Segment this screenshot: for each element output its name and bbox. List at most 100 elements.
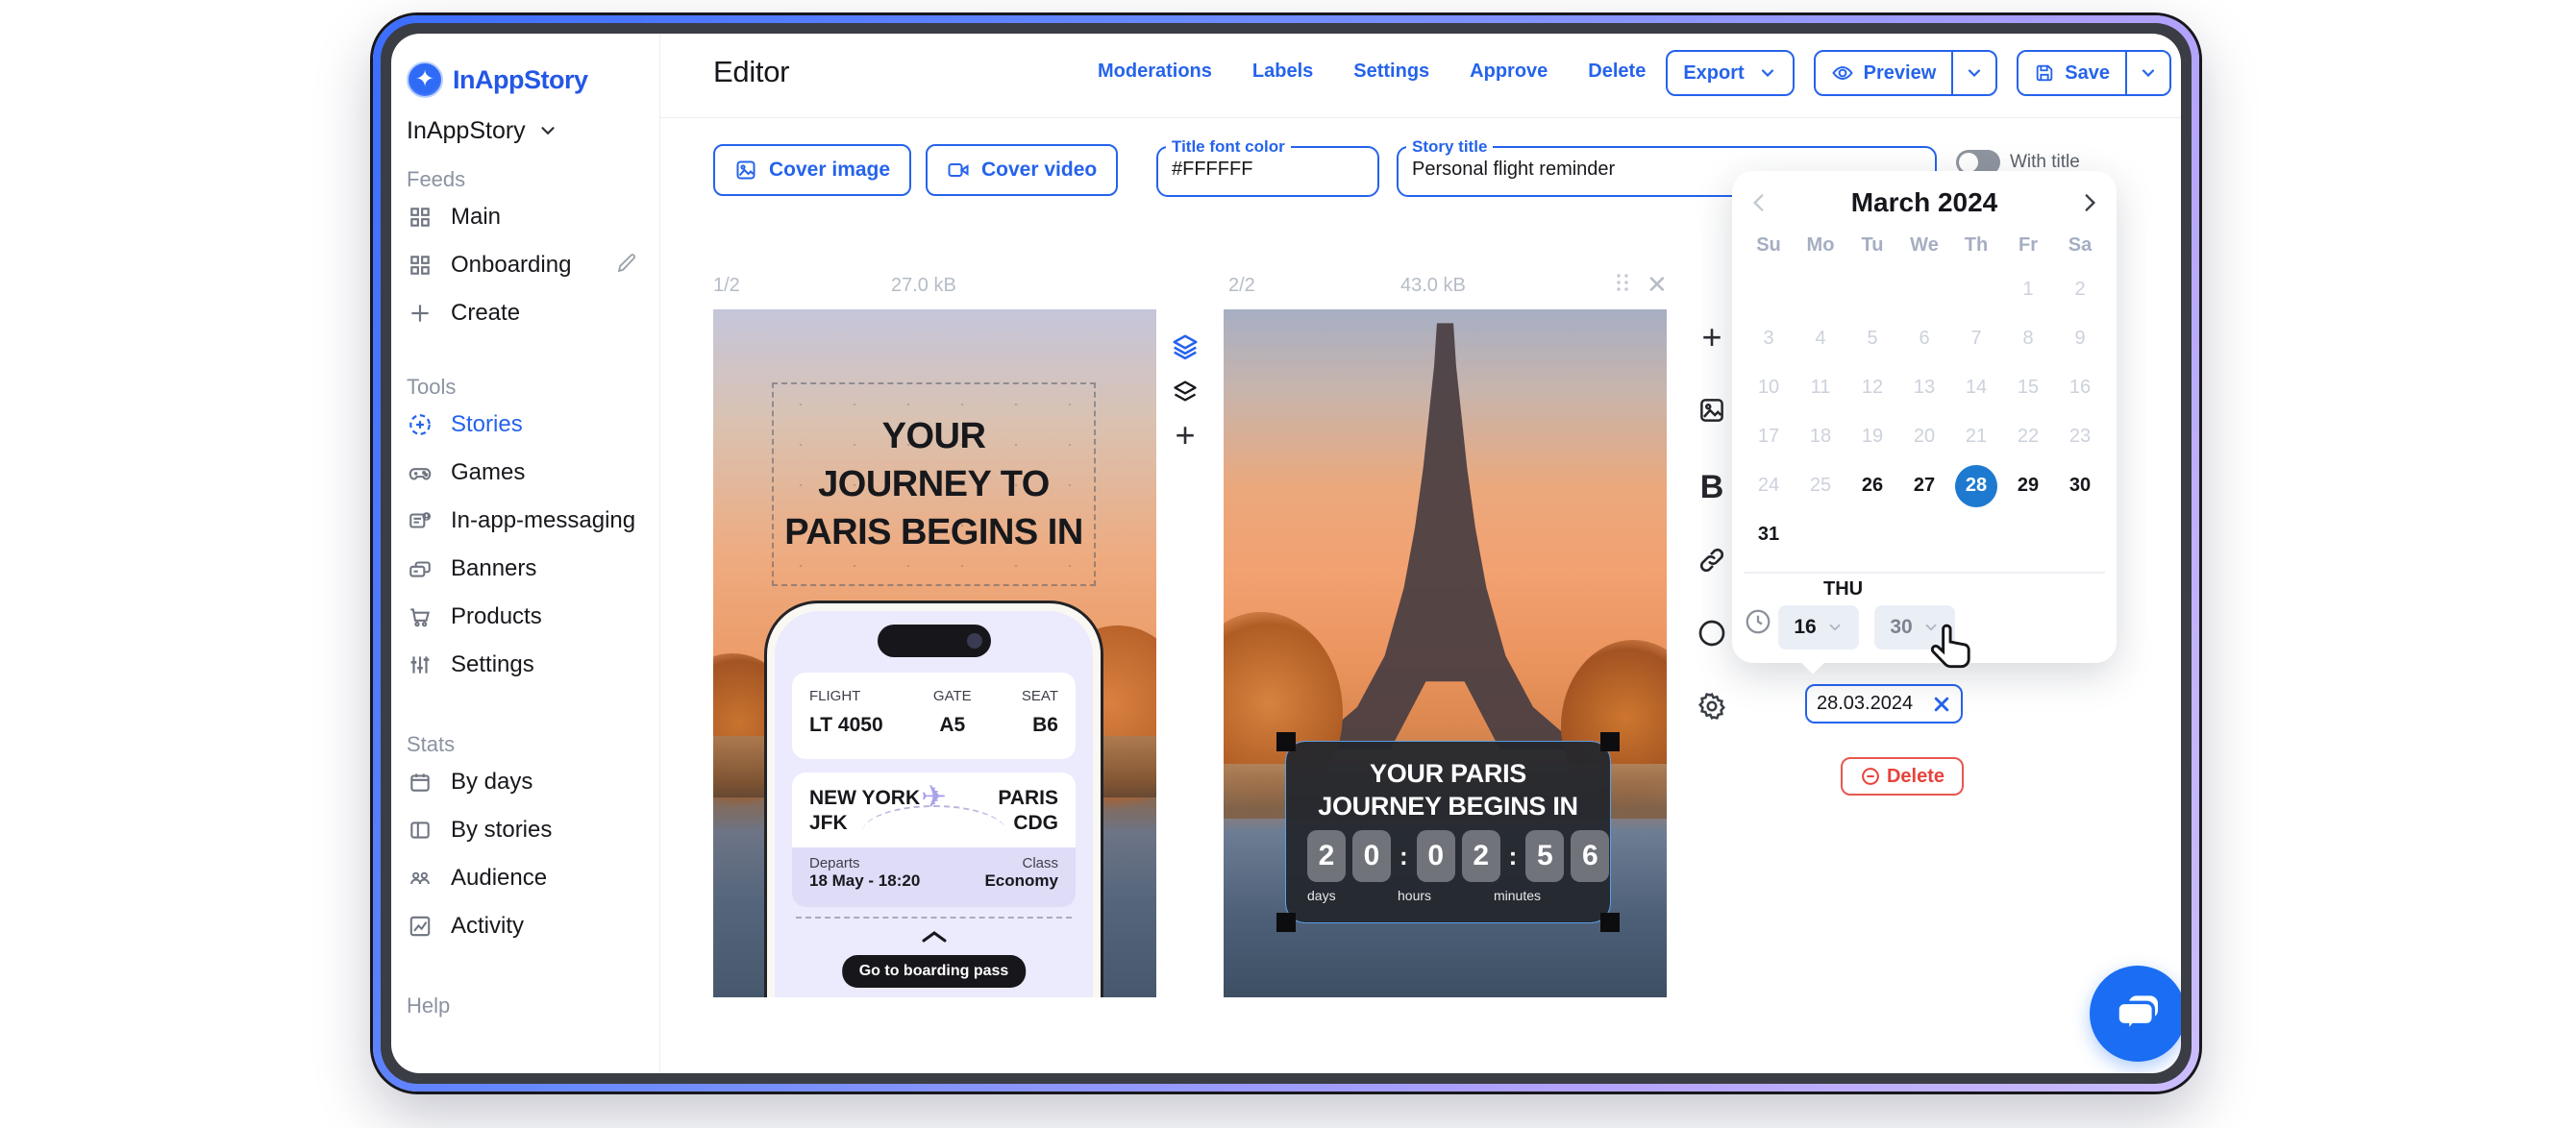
slide1-canvas[interactable]: YOUR JOURNEY TO PARIS BEGINS IN FLIGHTLT…	[713, 309, 1156, 997]
calendar-day[interactable]: 21	[1950, 412, 2002, 461]
save-dropdown[interactable]	[2125, 52, 2169, 94]
minus-circle-icon	[1860, 766, 1881, 787]
calendar-day[interactable]: 1	[2002, 265, 2054, 314]
calendar-day[interactable]: 8	[2002, 314, 2054, 363]
calendar-day[interactable]: 10	[1743, 363, 1795, 412]
slide2-drag-handle-icon[interactable]	[1615, 272, 1630, 299]
calendar-day[interactable]: 11	[1795, 363, 1846, 412]
scheduled-date-field[interactable]: 28.03.2024	[1805, 684, 1963, 723]
calendar-day[interactable]: 31	[1743, 510, 1795, 559]
calendar-day[interactable]: 3	[1743, 314, 1795, 363]
sidebar-item-stories[interactable]: Stories	[407, 401, 659, 449]
calendar-day[interactable]: 17	[1743, 412, 1795, 461]
calendar-day[interactable]: 7	[1950, 314, 2002, 363]
sidebar-item-by-days[interactable]: By days	[407, 758, 659, 806]
calendar-day[interactable]: 20	[1898, 412, 1950, 461]
calendar-day[interactable]: 9	[2054, 314, 2106, 363]
calendar-day[interactable]: 18	[1795, 412, 1846, 461]
sidebar-item-audience[interactable]: Audience	[407, 854, 659, 902]
nav-settings[interactable]: Settings	[1353, 61, 1429, 83]
calendar-day[interactable]: 23	[2054, 412, 2106, 461]
calendar-day[interactable]: 14	[1950, 363, 2002, 412]
sidebar-item-banners[interactable]: Banners	[407, 545, 659, 593]
logo[interactable]: ✦ InAppStory	[407, 61, 659, 99]
countdown-digits: 2 0 : 0 2 : 5 6	[1307, 830, 1609, 882]
settings-gear-icon[interactable]	[1697, 691, 1727, 722]
route-card: NEW YORKJFK ✈ PARISCDG Departs18 May - 1…	[792, 772, 1076, 907]
chat-bubbles-icon	[2111, 987, 2165, 1041]
nav-delete[interactable]: Delete	[1588, 61, 1646, 83]
calendar-day[interactable]: 19	[1846, 412, 1898, 461]
title-font-color-field[interactable]: Title font color #FFFFFF	[1156, 137, 1379, 197]
minute-select[interactable]: 30	[1874, 605, 1955, 650]
workspace-name: InAppStory	[407, 117, 526, 145]
sidebar-item-products[interactable]: Products	[407, 593, 659, 641]
calendar-day[interactable]: 28	[1950, 461, 2002, 510]
selection-handle[interactable]	[1600, 732, 1620, 751]
add-slide-icon[interactable]: +	[1170, 420, 1201, 451]
calendar-next-icon[interactable]	[2063, 190, 2117, 215]
chat-widget-button[interactable]	[2090, 966, 2181, 1062]
sidebar-item-games[interactable]: Games	[407, 449, 659, 497]
layers-front-icon[interactable]	[1170, 331, 1201, 362]
cover-video-button[interactable]: Cover video	[926, 144, 1118, 196]
insert-image-icon[interactable]	[1697, 395, 1727, 426]
calendar-day[interactable]: 2	[2054, 265, 2106, 314]
calendar-day[interactable]: 30	[2054, 461, 2106, 510]
nav-moderations[interactable]: Moderations	[1098, 61, 1212, 83]
chart-icon	[407, 913, 433, 940]
export-button[interactable]: Export	[1666, 50, 1794, 96]
sidebar-item-main[interactable]: Main	[407, 193, 659, 241]
calendar-day[interactable]: 5	[1846, 314, 1898, 363]
calendar-day[interactable]: 26	[1846, 461, 1898, 510]
link-tool-icon[interactable]	[1697, 545, 1727, 576]
calendar-day[interactable]: 24	[1743, 461, 1795, 510]
slide2-close-icon[interactable]: ✕	[1647, 270, 1668, 300]
clear-date-icon[interactable]	[1930, 693, 1953, 716]
sidebar-item-activity[interactable]: Activity	[407, 902, 659, 950]
slide1-text-selection[interactable]: YOUR JOURNEY TO PARIS BEGINS IN	[772, 382, 1096, 586]
delete-schedule-button[interactable]: Delete	[1841, 757, 1964, 796]
save-button[interactable]: Save	[2017, 50, 2171, 96]
calendar-day[interactable]: 25	[1795, 461, 1846, 510]
text-tool-icon[interactable]: B	[1697, 472, 1727, 503]
selection-handle[interactable]	[1276, 913, 1296, 932]
calendar-day[interactable]: 22	[2002, 412, 2054, 461]
sidebar-item-in-app-messaging[interactable]: In-app-messaging	[407, 497, 659, 545]
slide2-index: 2/2	[1228, 275, 1255, 297]
preview-button[interactable]: Preview	[1814, 50, 1998, 96]
edit-pencil-icon[interactable]	[615, 252, 638, 280]
slide2-canvas[interactable]: YOUR PARIS JOURNEY BEGINS IN 2 0 : 0 2 :…	[1224, 309, 1667, 997]
calendar-day[interactable]: 12	[1846, 363, 1898, 412]
boarding-pass-cta[interactable]: Go to boarding pass	[842, 955, 1027, 988]
sidebar-item-by-stories[interactable]: By stories	[407, 806, 659, 854]
selection-handle[interactable]	[1600, 913, 1620, 932]
people-icon	[407, 865, 433, 892]
sidebar-item-settings[interactable]: Settings	[407, 641, 659, 689]
shape-tool-icon[interactable]	[1697, 618, 1727, 649]
hour-select[interactable]: 16	[1778, 605, 1859, 650]
calendar-day[interactable]: 13	[1898, 363, 1950, 412]
eye-icon	[1831, 61, 1854, 85]
calendar-day[interactable]: 4	[1795, 314, 1846, 363]
add-element-icon[interactable]: +	[1697, 322, 1727, 353]
layers-back-icon[interactable]	[1170, 376, 1201, 406]
calendar-day[interactable]: 6	[1898, 314, 1950, 363]
sidebar-item-create[interactable]: Create	[407, 289, 659, 337]
calendar-prev-icon[interactable]	[1732, 190, 1786, 215]
cover-image-button[interactable]: Cover image	[713, 144, 911, 196]
countdown-widget[interactable]: YOUR PARIS JOURNEY BEGINS IN 2 0 : 0 2 :…	[1286, 742, 1610, 922]
calendar-day[interactable]: 29	[2002, 461, 2054, 510]
selection-handle[interactable]	[1276, 732, 1296, 751]
nav-labels[interactable]: Labels	[1252, 61, 1313, 83]
calendar-day[interactable]: 16	[2054, 363, 2106, 412]
flight-info-card: FLIGHTLT 4050 GATEA5 SEATB6	[792, 673, 1076, 759]
nav-approve[interactable]: Approve	[1470, 61, 1548, 83]
phone-camera-dot	[967, 633, 982, 649]
calendar-day[interactable]: 15	[2002, 363, 2054, 412]
sidebar-item-onboarding[interactable]: Onboarding	[407, 241, 659, 289]
preview-dropdown[interactable]	[1951, 52, 1995, 94]
workspace-dropdown[interactable]: InAppStory	[407, 114, 659, 147]
calendar-day[interactable]: 27	[1898, 461, 1950, 510]
chevron-down-icon	[1965, 63, 1984, 83]
